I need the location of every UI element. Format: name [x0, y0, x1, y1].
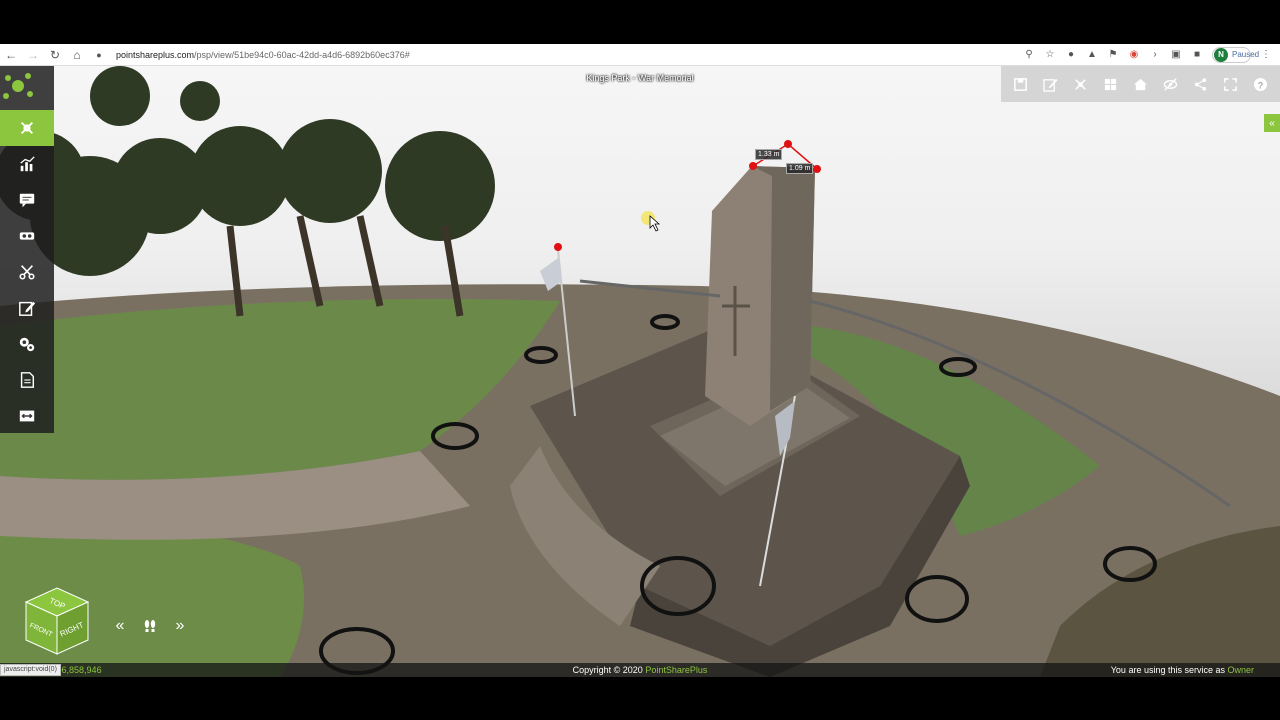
tool-compare[interactable] — [0, 398, 54, 434]
avatar: N — [1214, 47, 1228, 62]
svg-text:?: ? — [1258, 80, 1264, 90]
role-prefix: You are using this service as — [1110, 665, 1228, 675]
home-icon — [1133, 78, 1148, 90]
extension-arrow-icon[interactable]: › — [1149, 49, 1161, 60]
role-value: Owner — [1227, 665, 1254, 675]
help-button[interactable]: ? — [1250, 73, 1272, 95]
satellite-icon — [1075, 78, 1086, 90]
tool-clip[interactable] — [0, 254, 54, 290]
share-button[interactable] — [1190, 73, 1212, 95]
windows-button[interactable] — [1099, 73, 1121, 95]
copyright-text: Copyright © 2020 — [572, 665, 646, 675]
home-button[interactable] — [1129, 73, 1151, 95]
chart-icon — [20, 156, 35, 172]
double-chevron-left-icon: « — [115, 617, 125, 634]
windows-icon — [1104, 78, 1116, 90]
tool-statistics[interactable] — [0, 146, 54, 182]
logo — [0, 66, 54, 110]
save-icon — [1013, 77, 1027, 91]
link-status-tooltip: javascript:void(0) — [0, 664, 61, 676]
left-toolbar — [0, 66, 54, 433]
extension-cast-icon[interactable]: ▣ — [1170, 49, 1182, 60]
right-toolbar: ? — [1001, 66, 1280, 102]
collapse-panel-tab[interactable]: « — [1264, 114, 1280, 132]
visibility-off-icon — [1163, 77, 1178, 91]
swap-icon — [19, 410, 35, 422]
edit-icon — [19, 301, 36, 316]
document-icon — [20, 372, 35, 388]
menu-kebab-icon[interactable]: ⋮ — [1260, 49, 1272, 60]
home-icon[interactable]: ⌂ — [66, 44, 88, 66]
satellite-button[interactable] — [1069, 73, 1091, 95]
extension-drive-icon[interactable]: ▲ — [1086, 49, 1098, 60]
extension-box-icon[interactable]: ■ — [1191, 49, 1203, 60]
tool-vr[interactable] — [0, 218, 54, 254]
address-bar[interactable]: pointshareplus.com/psp/view/51be94c0-60a… — [116, 50, 1023, 60]
navigation-cube[interactable]: TOP FRONT RIGHT — [24, 586, 90, 656]
edit-icon — [1042, 78, 1058, 92]
back-icon[interactable]: ← — [0, 44, 22, 66]
double-chevron-right-icon: » — [175, 617, 185, 634]
tool-annotations[interactable] — [0, 182, 54, 218]
footprints-icon — [144, 620, 156, 632]
brand-link[interactable]: PointSharePlus — [645, 665, 707, 675]
next-view-button[interactable]: » — [168, 616, 192, 636]
measurement-label: 1.33 m — [755, 149, 783, 160]
visibility-button[interactable] — [1160, 73, 1182, 95]
tool-report[interactable] — [0, 362, 54, 398]
walk-mode-button[interactable] — [138, 616, 162, 636]
browser-toolbar: ← → ↻ ⌂ ● pointshareplus.com/psp/view/51… — [0, 44, 1280, 66]
extension-circle-icon[interactable]: ● — [1065, 49, 1077, 60]
comment-settings-icon — [19, 193, 35, 208]
extensions-area: ⚲ ☆ ● ▲ ⚑ ◉ › ▣ ■ N Paused ⋮ — [1023, 46, 1272, 63]
extension-chrome-icon[interactable]: ◉ — [1128, 49, 1140, 60]
scissors-icon — [19, 265, 35, 280]
star-icon[interactable]: ☆ — [1044, 49, 1056, 60]
tool-settings[interactable] — [0, 326, 54, 362]
forward-icon[interactable]: → — [22, 44, 44, 66]
reload-icon[interactable]: ↻ — [44, 44, 66, 66]
share-icon — [1195, 77, 1207, 91]
profile-status: Paused — [1232, 50, 1260, 59]
tool-edit[interactable] — [0, 290, 54, 326]
profile-chip[interactable]: N Paused — [1212, 46, 1260, 63]
point-cloud-viewport[interactable]: Kings Park - War Memorial 1.33 m 1.09 m — [0, 66, 1280, 677]
zoom-icon[interactable]: ⚲ — [1023, 49, 1035, 60]
url-path: /psp/view/51be94c0-60ac-42dd-a4d6-6892b6… — [194, 49, 410, 60]
letterbox-bottom — [0, 677, 1280, 720]
fullscreen-icon — [1224, 77, 1238, 91]
user-role: You are using this service as Owner — [1111, 665, 1254, 675]
gears-icon — [19, 337, 35, 352]
measurement-label: 1.09 m — [786, 163, 814, 174]
previous-view-button[interactable]: « — [108, 616, 132, 636]
url-host: pointshareplus.com — [116, 49, 195, 60]
letterbox-top — [0, 0, 1280, 44]
edit-button[interactable] — [1039, 73, 1061, 95]
fullscreen-button[interactable] — [1220, 73, 1242, 95]
help-icon: ? — [1254, 77, 1268, 91]
extension-pin-icon[interactable]: ⚑ — [1107, 49, 1119, 60]
save-button[interactable] — [1009, 73, 1031, 95]
copyright: Copyright © 2020 PointSharePlus — [0, 665, 1280, 675]
tool-satellite[interactable] — [0, 110, 54, 146]
lock-icon: ● — [96, 49, 102, 60]
point-cloud-scene — [0, 66, 1280, 677]
vr-headset-icon — [19, 232, 35, 240]
status-footer: nt number: 106,858,946 Copyright © 2020 … — [0, 663, 1280, 677]
satellite-icon — [20, 121, 34, 135]
